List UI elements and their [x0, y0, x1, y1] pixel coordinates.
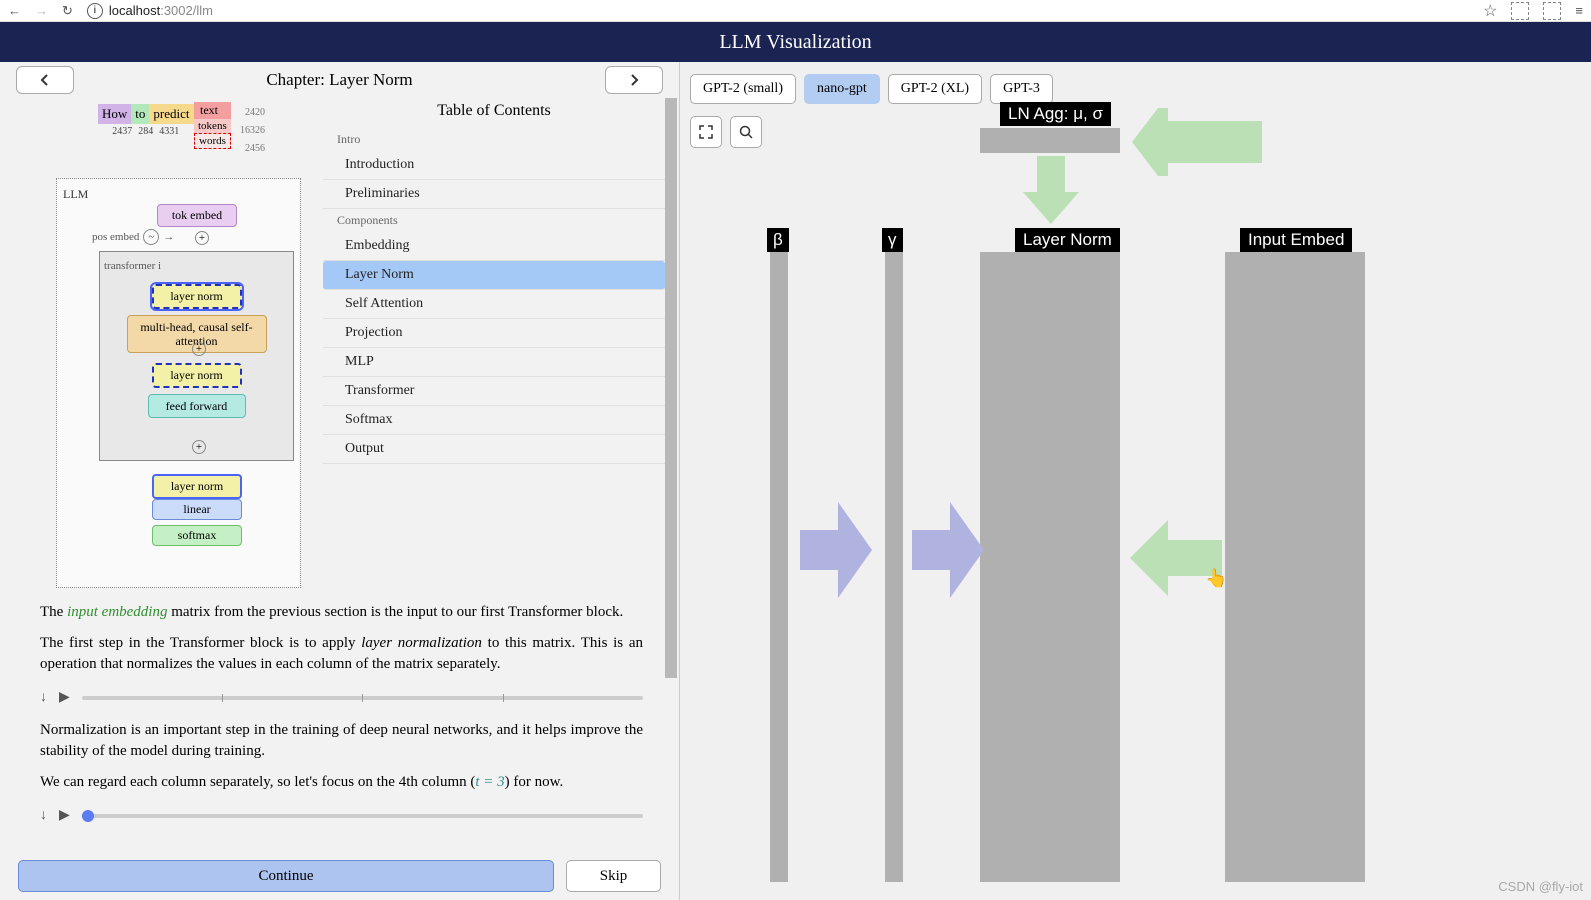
- node-pos-embed[interactable]: pos embed ~ →: [92, 229, 174, 245]
- step-down-icon[interactable]: ↓: [40, 808, 47, 824]
- transformer-box: transformer i layer norm multi-head, cau…: [99, 251, 294, 461]
- arrow-right-to-left-icon: [1132, 108, 1262, 176]
- left-panel: Chapter: Layer Norm How to predict: [0, 62, 680, 900]
- block-layer-norm[interactable]: [980, 252, 1120, 882]
- app-header: LLM Visualization: [0, 22, 1591, 62]
- next-chapter-button[interactable]: [605, 66, 663, 94]
- label-ln-agg: LN Agg: μ, σ: [1000, 102, 1111, 126]
- node-layer-norm[interactable]: layer norm: [152, 363, 242, 388]
- chevron-right-icon: [628, 74, 640, 86]
- node-linear[interactable]: linear: [152, 499, 242, 520]
- scrollbar[interactable]: [665, 98, 677, 678]
- toc-item[interactable]: Softmax: [323, 406, 665, 435]
- table-of-contents: Table of Contents IntroIntroductionPreli…: [323, 98, 665, 588]
- step-down-icon[interactable]: ↓: [40, 690, 47, 706]
- toc-item[interactable]: Introduction: [323, 151, 665, 180]
- toc-item[interactable]: Projection: [323, 319, 665, 348]
- arrow-down-icon: [1023, 156, 1079, 224]
- bottom-button-bar: Continue Skip: [0, 856, 679, 900]
- site-info-icon[interactable]: i: [87, 3, 103, 19]
- toc-item[interactable]: Preliminaries: [323, 180, 665, 209]
- skip-button[interactable]: Skip: [566, 860, 661, 892]
- toc-item[interactable]: Layer Norm: [323, 261, 665, 290]
- sine-icon: ~: [143, 229, 159, 245]
- arrow-right-icon: [800, 502, 872, 598]
- scrubber-thumb[interactable]: [82, 810, 94, 822]
- visualization-panel[interactable]: GPT-2 (small)nano-gptGPT-2 (XL)GPT-3 LN …: [680, 62, 1591, 900]
- continue-button[interactable]: Continue: [18, 860, 554, 892]
- scrubber-track[interactable]: [82, 814, 643, 818]
- architecture-diagram[interactable]: How to predict 2437 284 4331 text tokens: [18, 98, 313, 588]
- label-beta: β: [767, 228, 789, 252]
- add-icon: +: [192, 440, 206, 454]
- explanation-text: The input embedding matrix from the prev…: [18, 588, 665, 689]
- forward-icon[interactable]: →: [35, 3, 48, 18]
- node-feed-forward[interactable]: feed forward: [148, 394, 246, 418]
- label-input-embed: Input Embed: [1240, 228, 1352, 252]
- play-icon[interactable]: ▶: [59, 689, 70, 706]
- toc-section-header: Components: [323, 209, 665, 232]
- block-gamma[interactable]: [885, 252, 903, 882]
- url-text: localhost:3002/llm: [109, 3, 213, 18]
- token-how: How: [98, 104, 131, 124]
- node-layer-norm[interactable]: layer norm: [152, 474, 242, 499]
- chapter-title: Chapter: Layer Norm: [82, 70, 597, 90]
- toc-item[interactable]: MLP: [323, 348, 665, 377]
- token-tokens: tokens: [194, 119, 231, 133]
- block-ln-agg[interactable]: [980, 128, 1120, 153]
- extension-icon[interactable]: [1511, 2, 1529, 20]
- reload-icon[interactable]: ↻: [62, 3, 73, 19]
- token-words: words: [194, 133, 231, 149]
- toc-item[interactable]: Transformer: [323, 377, 665, 406]
- cursor-pointer-icon: 👆: [1205, 568, 1227, 589]
- extension-icon[interactable]: [1543, 2, 1561, 20]
- chapter-bar: Chapter: Layer Norm: [0, 62, 679, 98]
- add-icon: +: [195, 231, 209, 245]
- llm-box: LLM tok embed pos embed ~ → + transforme…: [56, 178, 301, 588]
- address-bar[interactable]: i localhost:3002/llm: [87, 3, 1469, 19]
- scrubber-track[interactable]: [82, 696, 643, 700]
- chevron-left-icon: [39, 74, 51, 86]
- arrow-right-icon: [912, 502, 984, 598]
- bookmark-star-icon[interactable]: ☆: [1483, 1, 1497, 21]
- menu-icon[interactable]: ≡: [1575, 3, 1583, 18]
- toc-section-header: Intro: [323, 128, 665, 151]
- toc-item[interactable]: Self Attention: [323, 290, 665, 319]
- block-beta[interactable]: [770, 252, 788, 882]
- watermark: CSDN @fly-iot: [1498, 879, 1583, 894]
- label-gamma: γ: [882, 228, 903, 252]
- add-icon: +: [192, 342, 206, 356]
- app-title: LLM Visualization: [719, 31, 871, 54]
- prev-chapter-button[interactable]: [16, 66, 74, 94]
- toc-title: Table of Contents: [323, 102, 665, 120]
- animation-scrubber[interactable]: ↓ ▶: [18, 689, 665, 706]
- node-tok-embed[interactable]: tok embed: [157, 204, 237, 227]
- token-text: text: [194, 102, 231, 119]
- back-icon[interactable]: ←: [8, 3, 21, 18]
- toc-item[interactable]: Embedding: [323, 232, 665, 261]
- token-to: to: [131, 104, 149, 124]
- explanation-text: Normalization is an important step in th…: [18, 706, 665, 807]
- toc-item[interactable]: Output: [323, 435, 665, 464]
- browser-toolbar: ← → ↻ i localhost:3002/llm ☆ ≡: [0, 0, 1591, 22]
- token-predict: predict: [149, 104, 193, 124]
- block-input-embed[interactable]: [1225, 252, 1365, 882]
- node-layer-norm[interactable]: layer norm: [152, 284, 242, 309]
- node-softmax[interactable]: softmax: [152, 525, 242, 546]
- play-icon[interactable]: ▶: [59, 807, 70, 824]
- animation-scrubber[interactable]: ↓ ▶: [18, 807, 665, 824]
- label-layer-norm: Layer Norm: [1015, 228, 1120, 252]
